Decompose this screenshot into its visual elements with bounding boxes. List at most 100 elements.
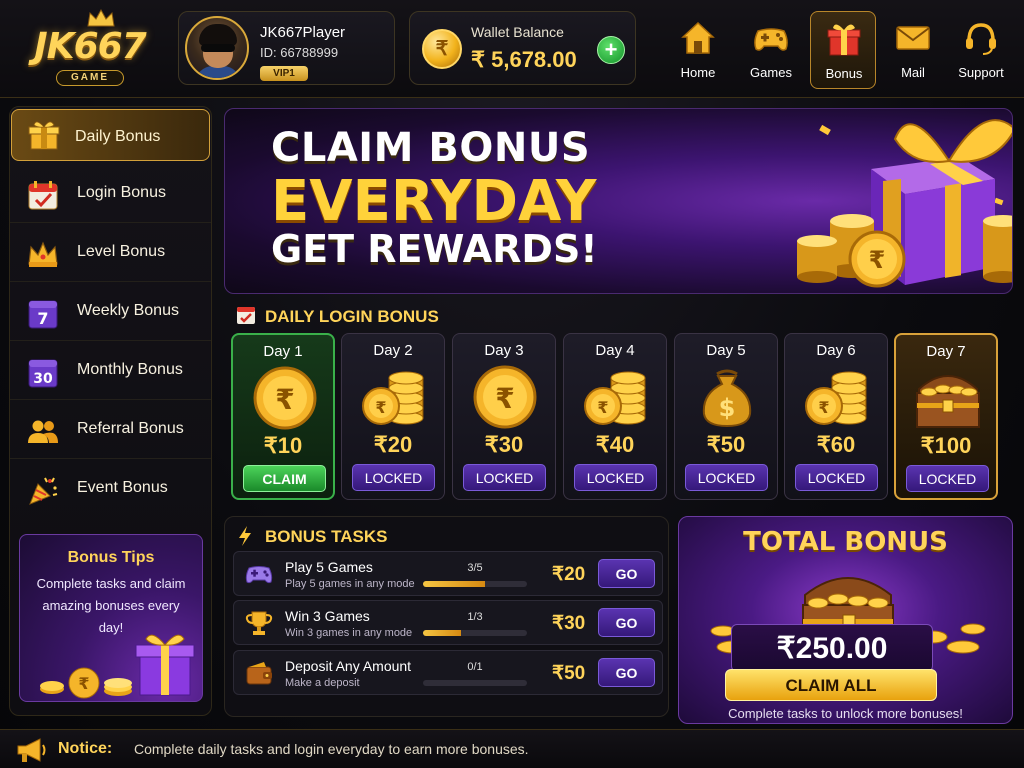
nav-bonus[interactable]: Bonus: [810, 11, 876, 89]
total-bonus-title: TOTAL BONUS: [743, 527, 948, 557]
locked-button[interactable]: LOCKED: [685, 464, 768, 491]
daily-card-day-6[interactable]: Day 6 ₹ ₹60 LOCKED: [784, 333, 888, 500]
coin-stack-icon: ₹: [362, 371, 424, 425]
task-go-button[interactable]: GO: [598, 559, 655, 588]
top-header: JK667 GAME JK667Player ID: 66788999 VIP1…: [0, 0, 1024, 98]
treasure-chest-icon: [916, 375, 980, 428]
sidebar-item-monthly-bonus[interactable]: 30 Monthly Bonus: [10, 342, 211, 400]
day-reward: ₹50: [706, 432, 746, 457]
total-bonus-amount: ₹250.00: [776, 632, 888, 665]
sidebar-item-label: Daily Bonus: [75, 128, 161, 145]
nav-home[interactable]: Home: [665, 11, 731, 89]
task-go-button[interactable]: GO: [598, 658, 655, 687]
claim-button[interactable]: CLAIM: [243, 465, 326, 492]
sidebar-item-referral-bonus[interactable]: Referral Bonus: [10, 401, 211, 459]
sidebar-item-label: Referral Bonus: [77, 420, 184, 437]
sidebar-item-label: Login Bonus: [77, 184, 166, 201]
day-reward: ₹60: [816, 432, 856, 457]
nav-mail[interactable]: Mail: [880, 11, 946, 89]
daily-login-title: DAILY LOGIN BONUS: [265, 307, 439, 326]
task-progress-bar: [423, 630, 527, 636]
users-icon: [28, 420, 58, 443]
day-label: Day 3: [484, 342, 524, 359]
day-label: Day 2: [373, 342, 413, 359]
headset-icon: [966, 23, 996, 55]
daily-card-day-2[interactable]: Day 2 ₹ ₹20 LOCKED: [341, 333, 445, 500]
task-row: Play 5 Games Play 5 games in any mode 3/…: [233, 551, 663, 596]
banner-line-3: GET REWARDS!: [271, 227, 598, 271]
progress-fill: [423, 581, 486, 587]
sidebar-item-weekly-bonus[interactable]: 7 Weekly Bonus: [10, 283, 211, 341]
day-label: Day 5: [706, 342, 746, 359]
nav-support[interactable]: Support: [948, 11, 1014, 89]
progress-fill: [423, 630, 462, 636]
bonus-sidebar: Daily Bonus Login Bonus Level Bonus 7 We…: [9, 106, 212, 716]
bonus-tasks-panel: BONUS TASKS Play 5 Games Play 5 games in…: [224, 516, 669, 717]
task-row: Deposit Any Amount Make a deposit 0/1 ₹5…: [233, 650, 663, 695]
sidebar-item-level-bonus[interactable]: Level Bonus: [10, 224, 211, 282]
logo[interactable]: JK667 GAME: [16, 8, 164, 86]
locked-button[interactable]: LOCKED: [906, 465, 989, 492]
gift-box-coins-illustration: ₹: [797, 119, 1012, 288]
mail-icon: [896, 26, 930, 50]
add-funds-button[interactable]: +: [597, 36, 625, 64]
locked-button[interactable]: LOCKED: [795, 464, 878, 491]
sidebar-item-login-bonus[interactable]: Login Bonus: [10, 165, 211, 223]
task-progress-text: 3/5: [467, 562, 483, 574]
gift-icon: [827, 24, 861, 56]
task-title: Deposit Any Amount: [285, 658, 412, 674]
crown-icon: [87, 8, 115, 27]
total-bonus-panel: TOTAL BONUS ₹250.00 CLAIM ALL Complete t…: [678, 516, 1013, 724]
day-reward: ₹10: [263, 433, 303, 458]
svg-text:₹: ₹: [869, 246, 886, 274]
daily-card-day-4[interactable]: Day 4 ₹ ₹40 LOCKED: [563, 333, 667, 500]
promo-banner: CLAIM BONUS EVERYDAY GET REWARDS! ₹: [224, 108, 1013, 294]
svg-text:₹: ₹: [375, 398, 386, 417]
svg-text:₹: ₹: [78, 674, 89, 693]
task-progress-bar: [423, 581, 527, 587]
svg-text:₹: ₹: [597, 398, 608, 417]
task-subtitle: Win 3 games in any mode: [285, 627, 413, 639]
locked-button[interactable]: LOCKED: [574, 464, 657, 491]
notice-bar: Notice: Complete daily tasks and login e…: [0, 729, 1024, 768]
notice-label: Notice:: [58, 740, 113, 757]
sidebar-item-event-bonus[interactable]: Event Bonus: [10, 460, 211, 518]
nav-label: Games: [750, 65, 792, 80]
brand-name: JK667: [34, 26, 146, 67]
claim-all-button[interactable]: CLAIM ALL: [725, 669, 937, 701]
locked-button[interactable]: LOCKED: [463, 464, 546, 491]
bonus-tips-card: Bonus Tips Complete tasks and claim amaz…: [19, 534, 203, 702]
notice-text: Complete daily tasks and login everyday …: [134, 741, 529, 757]
calendar-number: 30: [33, 371, 53, 387]
day-reward: ₹30: [484, 432, 524, 457]
daily-card-day-1[interactable]: Day 1 ₹ ₹10 CLAIM: [231, 333, 335, 500]
rupee-coin-icon: ₹: [422, 29, 462, 69]
daily-card-day-3[interactable]: Day 3 ₹ ₹30 LOCKED: [452, 333, 556, 500]
daily-card-day-5[interactable]: Day 5 $ ₹50 LOCKED: [674, 333, 778, 500]
task-subtitle: Make a deposit: [285, 677, 360, 689]
profile-card[interactable]: JK667Player ID: 66788999 VIP1: [178, 11, 395, 85]
daily-card-day-7[interactable]: Day 7 ₹100 LOCKED: [894, 333, 998, 500]
day-reward: ₹100: [920, 433, 972, 458]
player-name: JK667Player: [260, 24, 346, 41]
locked-button[interactable]: LOCKED: [352, 464, 435, 491]
total-bonus-amount-box: ₹250.00: [731, 624, 933, 672]
sidebar-item-label: Weekly Bonus: [77, 302, 179, 319]
task-row: Win 3 Games Win 3 games in any mode 1/3 …: [233, 600, 663, 645]
day-reward: ₹40: [595, 432, 635, 457]
day-label: Day 7: [926, 343, 966, 360]
day-label: Day 1: [263, 343, 303, 360]
nav-games[interactable]: Games: [738, 11, 804, 89]
nav-label: Mail: [901, 65, 925, 80]
rupee-coin-icon: ₹: [253, 366, 317, 430]
nav-label: Bonus: [825, 66, 863, 81]
vip-badge: VIP1: [260, 66, 308, 81]
sidebar-item-daily-bonus[interactable]: Daily Bonus: [11, 109, 210, 161]
wallet-label: Wallet Balance: [471, 24, 564, 40]
calendar-check-icon: [28, 181, 58, 210]
brand-sub: GAME: [56, 70, 124, 86]
coin-stack-icon: ₹: [805, 371, 867, 425]
avatar[interactable]: [185, 16, 249, 80]
calendar-check-icon: [237, 307, 255, 324]
task-go-button[interactable]: GO: [598, 608, 655, 637]
